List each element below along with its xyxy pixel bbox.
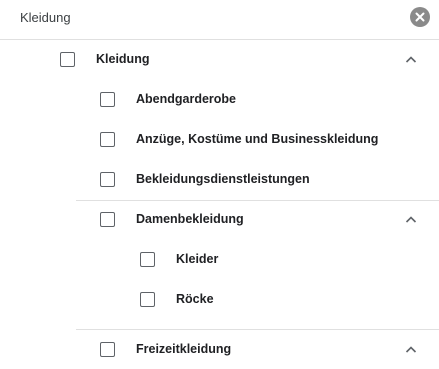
tree-item-label: Anzüge, Kostüme und Businesskleidung [136,132,379,146]
search-input[interactable]: Kleidung [20,10,71,25]
tree-item-label: Abendgarderobe [136,92,237,106]
tree-item-label: Kleider [176,252,219,266]
tree-item-label: Röcke [176,292,214,306]
tree-item-label: Bekleidungsdienstleistungen [136,172,310,186]
tree-item-label: Kleidung [96,52,150,66]
checkbox-bekleidungsdienstleistungen[interactable] [100,172,115,187]
checkbox-roecke[interactable] [140,292,155,307]
checkbox-abendgarderobe[interactable] [100,92,115,107]
search-bar[interactable]: Kleidung [0,0,439,38]
tree-item-roecke[interactable]: Röcke [0,280,439,320]
tree-item-damenbekleidung[interactable]: Damenbekleidung [0,200,439,240]
tree-item-label: Freizeitkleidung [136,342,232,356]
tree-item-kleidung[interactable]: Kleidung [0,40,439,80]
checkbox-anzuege[interactable] [100,132,115,147]
tree-item-freizeitkleidung[interactable]: Freizeitkleidung [0,330,439,369]
checkbox-kleidung[interactable] [60,52,75,67]
tree-item-label: Damenbekleidung [136,212,244,226]
tree-item-bekleidungsdienstleistungen[interactable]: Bekleidungsdienstleistungen [0,160,439,200]
tree-item-anzuege[interactable]: Anzüge, Kostüme und Businesskleidung [0,120,439,160]
chevron-up-icon[interactable] [404,343,418,357]
tree-item-kleider[interactable]: Kleider [0,240,439,280]
checkbox-kleider[interactable] [140,252,155,267]
close-circle-icon[interactable] [410,7,430,27]
chevron-up-icon[interactable] [404,213,418,227]
checkbox-damenbekleidung[interactable] [100,212,115,227]
tree-item-abendgarderobe[interactable]: Abendgarderobe [0,80,439,120]
checkbox-freizeitkleidung[interactable] [100,342,115,357]
chevron-up-icon[interactable] [404,53,418,67]
